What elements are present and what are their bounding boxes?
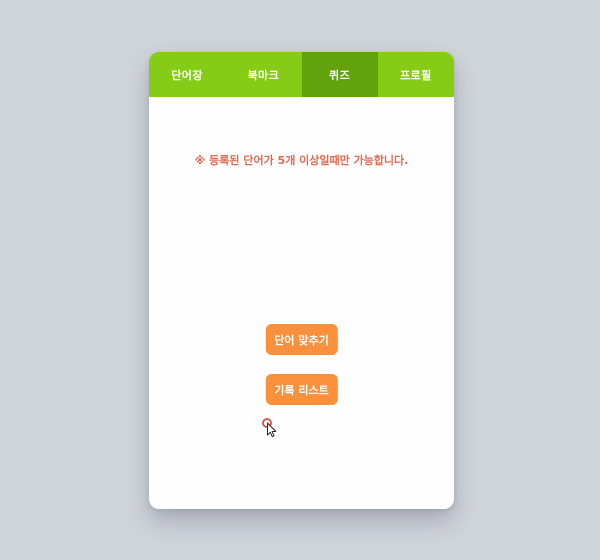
mouse-cursor-icon	[262, 418, 277, 438]
tab-bookmark[interactable]: 북마크	[225, 52, 301, 97]
history-list-button[interactable]: 기록 리스트	[265, 374, 338, 405]
quiz-card: 단어장 북마크 퀴즈 프로필 ※ 등록된 단어가 5개 이상일때만 가능합니다.…	[149, 52, 454, 509]
tab-bar: 단어장 북마크 퀴즈 프로필	[149, 52, 454, 97]
tab-wordbook[interactable]: 단어장	[149, 52, 225, 97]
word-match-button[interactable]: 단어 맞추기	[265, 324, 338, 355]
tab-quiz[interactable]: 퀴즈	[301, 52, 378, 97]
quiz-requirement-notice: ※ 등록된 단어가 5개 이상일때만 가능합니다.	[194, 154, 409, 167]
tab-profile[interactable]: 프로필	[378, 52, 454, 97]
